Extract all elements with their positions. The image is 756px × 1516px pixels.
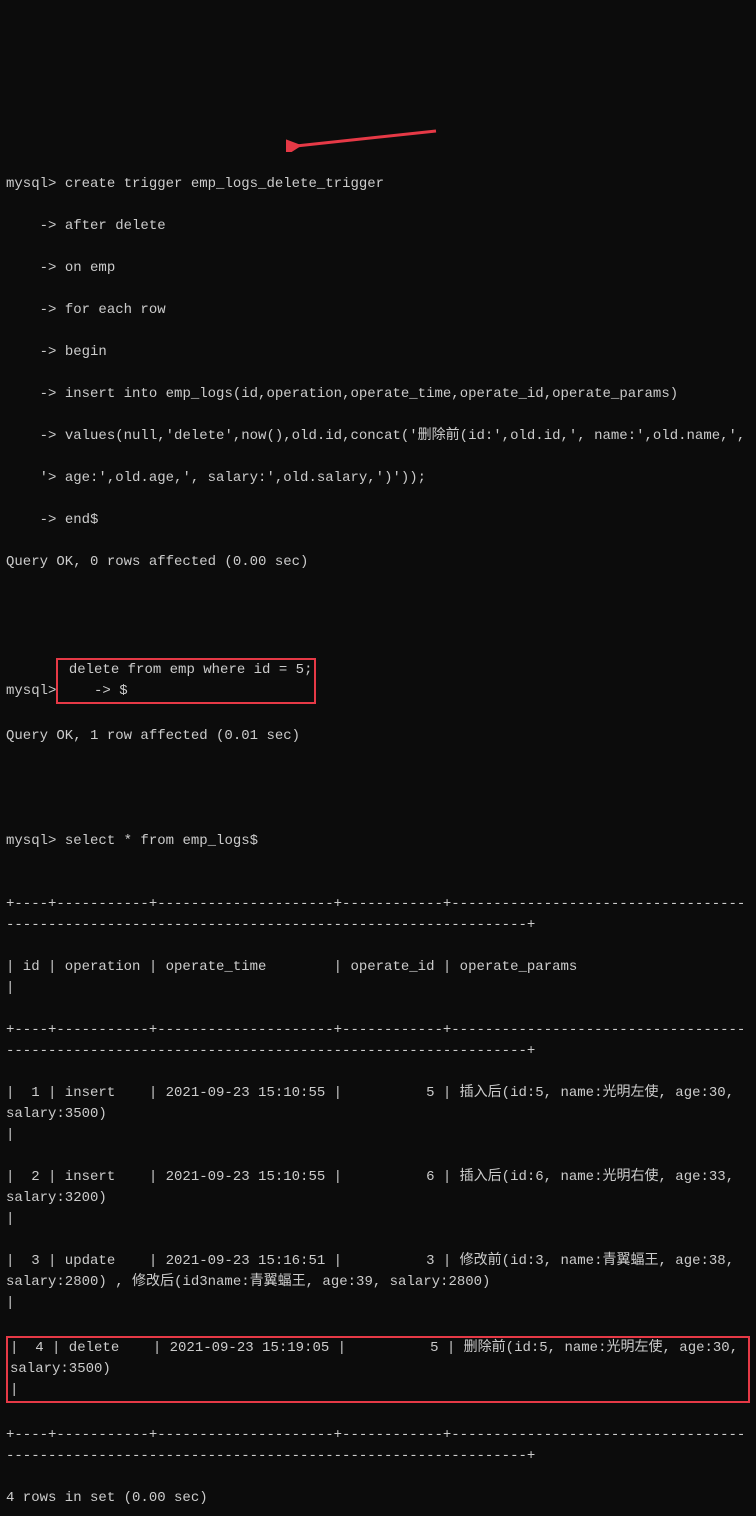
sql-code: on emp [56,260,115,276]
sql-line: -> values(null,'delete',now(),old.id,con… [6,426,750,447]
sql-line: mysql> create trigger emp_logs_delete_tr… [6,174,750,195]
sql-line: -> insert into emp_logs(id,operation,ope… [6,384,750,405]
sql-code: create trigger emp_logs_delete_trigger [56,176,384,192]
sql-code: age:',old.age,', salary:',old.salary,')'… [56,470,426,486]
continuation-prompt: -> [6,344,56,360]
sql-code: for each row [56,302,165,318]
sql-code: after delete [56,218,165,234]
table-row: | 2 | insert | 2021-09-23 15:10:55 | 6 |… [6,1167,750,1230]
sql-code: $ [111,683,128,699]
blank-line [6,768,750,789]
table-row-highlighted: | 4 | delete | 2021-09-23 15:19:05 | 5 |… [6,1336,750,1403]
blank-line [6,594,750,615]
sql-code: delete from emp where id = 5; [60,662,312,678]
mysql-prompt: mysql> [6,683,56,699]
continuation-prompt: -> [6,260,56,276]
continuation-prompt: -> [60,683,110,699]
highlight-box: delete from emp where id = 5; -> $ [56,658,316,704]
annotation-arrow [286,126,446,152]
sql-code: end$ [56,512,98,528]
sql-line: -> begin [6,342,750,363]
table-header: | id | operation | operate_time | operat… [6,957,750,999]
table-separator: +----+-----------+---------------------+… [6,1020,750,1062]
sql-line-highlighted: mysql> delete from emp where id = 5; -> … [6,657,750,705]
continuation-prompt: -> [6,428,56,444]
sql-line: -> for each row [6,300,750,321]
table-row: | 3 | update | 2021-09-23 15:16:51 | 3 |… [6,1251,750,1314]
sql-code: insert into emp_logs(id,operation,operat… [56,386,678,402]
continuation-prompt: -> [6,302,56,318]
continuation-prompt: -> [6,386,56,402]
query-result: 4 rows in set (0.00 sec) [6,1488,750,1509]
sql-line: -> end$ [6,510,750,531]
continuation-prompt: -> [6,218,56,234]
terminal-output: mysql> create trigger emp_logs_delete_tr… [6,90,750,1516]
table-separator: +----+-----------+---------------------+… [6,894,750,936]
sql-line: '> age:',old.age,', salary:',old.salary,… [6,468,750,489]
sql-line: -> after delete [6,216,750,237]
sql-code: begin [56,344,106,360]
table-separator: +----+-----------+---------------------+… [6,1425,750,1467]
mysql-prompt: mysql> [6,176,56,192]
sql-line: mysql> select * from emp_logs$ [6,831,750,852]
sql-line: -> on emp [6,258,750,279]
sql-code: values(null,'delete',now(),old.id,concat… [56,428,745,444]
sql-code: select * from emp_logs$ [56,833,258,849]
mysql-prompt: mysql> [6,833,56,849]
query-result: Query OK, 0 rows affected (0.00 sec) [6,552,750,573]
continuation-prompt: -> [6,512,56,528]
table-row: | 1 | insert | 2021-09-23 15:10:55 | 5 |… [6,1083,750,1146]
query-result: Query OK, 1 row affected (0.01 sec) [6,726,750,747]
continuation-prompt: '> [6,470,56,486]
